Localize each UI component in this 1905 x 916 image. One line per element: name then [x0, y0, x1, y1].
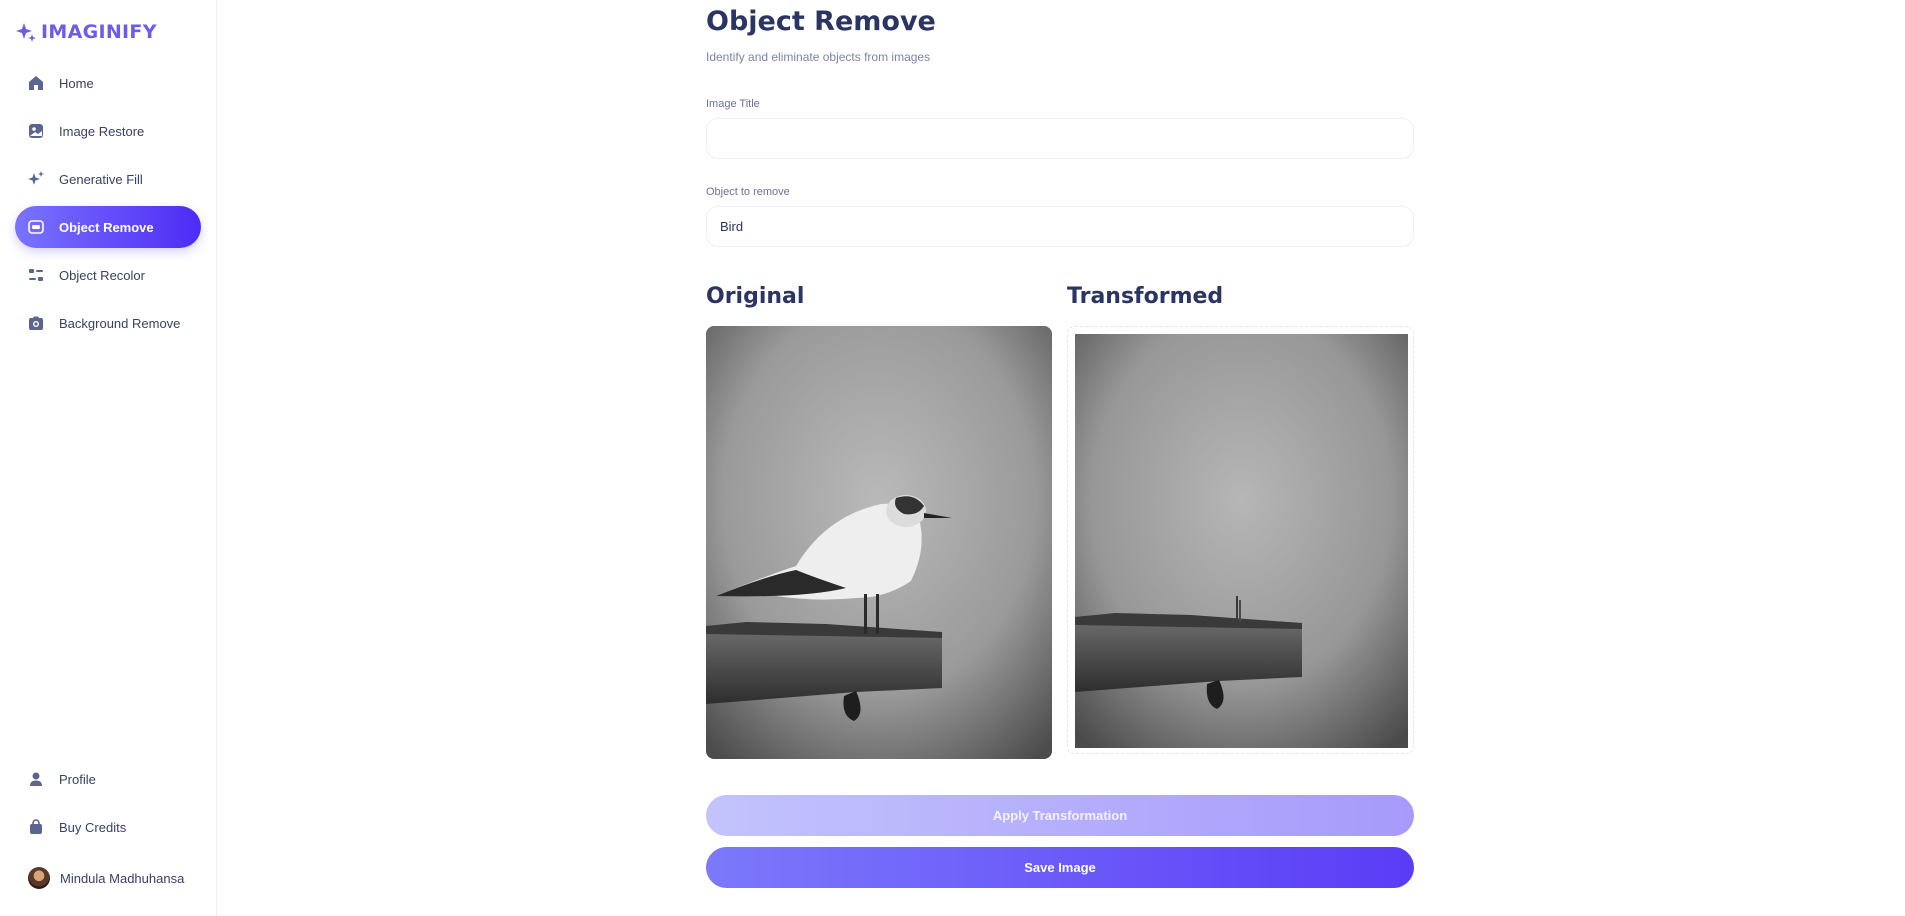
sidebar-item-label: Object Remove: [59, 219, 154, 235]
sidebar-item-buy-credits[interactable]: Buy Credits: [15, 806, 201, 848]
sidebar-item-label: Background Remove: [59, 315, 181, 331]
original-photo: [706, 326, 1052, 759]
sidebar-item-home[interactable]: Home: [15, 62, 201, 104]
sidebar-item-label: Home: [59, 75, 94, 91]
original-heading: Original: [706, 284, 805, 309]
sidebar-item-object-remove[interactable]: Object Remove: [15, 206, 201, 248]
object-to-remove-input[interactable]: Bird: [706, 206, 1414, 247]
image-icon: [29, 124, 43, 138]
sparkle-logo-icon: [16, 23, 36, 42]
app-logo[interactable]: IMAGINIFY: [15, 20, 157, 44]
page-title: Object Remove: [706, 6, 936, 37]
sidebar-item-label: Generative Fill: [59, 171, 143, 187]
user-profile-link[interactable]: Mindula Madhuhansa: [28, 867, 184, 889]
sidebar-item-label: Profile: [59, 771, 96, 787]
original-image[interactable]: [706, 326, 1052, 759]
object-to-remove-label: Object to remove: [706, 186, 790, 198]
transformed-image-frame[interactable]: [1067, 326, 1414, 754]
sidebar-item-label: Image Restore: [59, 123, 145, 139]
user-name: Mindula Madhuhansa: [60, 870, 185, 886]
sidebar: IMAGINIFY Home Image Restore Generative …: [0, 0, 217, 916]
sidebar-item-background-remove[interactable]: Background Remove: [15, 302, 201, 344]
home-icon: [29, 76, 43, 90]
page-subtitle: Identify and eliminate objects from imag…: [706, 50, 931, 64]
avatar[interactable]: [28, 867, 50, 889]
sidebar-item-label: Object Recolor: [59, 267, 145, 283]
filter-icon: [29, 269, 43, 281]
sidebar-item-generative-fill[interactable]: Generative Fill: [15, 158, 201, 200]
camera-icon: [29, 316, 43, 330]
bag-icon: [30, 819, 42, 834]
transformed-heading: Transformed: [1067, 284, 1224, 309]
user-icon: [30, 772, 42, 786]
sidebar-item-profile[interactable]: Profile: [15, 758, 201, 800]
image-title-input[interactable]: [706, 118, 1414, 159]
sidebar-item-object-recolor[interactable]: Object Recolor: [15, 254, 201, 296]
sidebar-item-image-restore[interactable]: Image Restore: [15, 110, 201, 152]
transformed-photo: [1075, 334, 1408, 748]
scan-icon: [28, 220, 44, 234]
apply-transformation-button[interactable]: Apply Transformation: [706, 795, 1414, 836]
sparkles-icon: [28, 171, 44, 185]
image-title-label: Image Title: [706, 98, 760, 110]
sidebar-item-label: Buy Credits: [59, 819, 127, 835]
app-name: IMAGINIFY: [41, 21, 157, 43]
save-image-button[interactable]: Save Image: [706, 847, 1414, 888]
